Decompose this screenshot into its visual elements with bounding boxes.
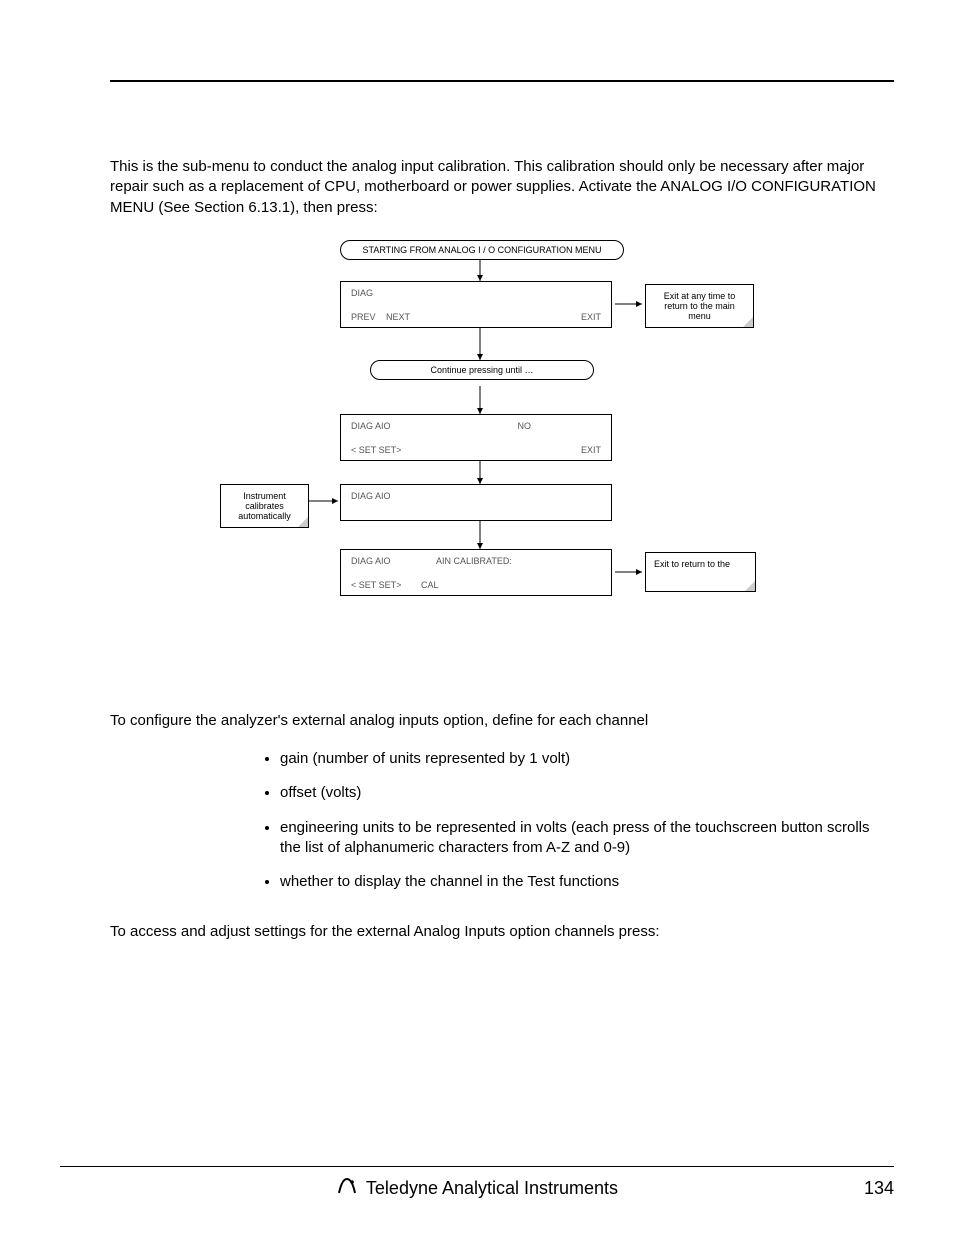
- page-number: 134: [864, 1178, 894, 1199]
- box1-next: NEXT: [386, 312, 410, 323]
- box1-title: DIAG: [351, 288, 373, 299]
- box2-set: < SET SET>: [351, 445, 401, 456]
- header-rule: [110, 80, 894, 82]
- box4-set: < SET SET>: [351, 580, 401, 591]
- box4-title: DIAG AIO: [351, 556, 391, 567]
- list-item: offset (volts): [280, 783, 894, 803]
- flow-box-3: DIAG AIO: [340, 484, 612, 521]
- note-exit-return: Exit to return to the: [645, 552, 756, 592]
- box1-exit: EXIT: [581, 312, 601, 323]
- list-item: engineering units to be represented in v…: [280, 818, 894, 859]
- access-paragraph: To access and adjust settings for the ex…: [110, 922, 894, 942]
- note-exit-anytime: Exit at any time to return to the main m…: [645, 284, 754, 328]
- box2-title: DIAG AIO: [351, 421, 391, 432]
- note-auto-calibrate: Instrument calibrates automatically: [220, 484, 309, 528]
- flowchart-diagram: STARTING FROM ANALOG I / O CONFIGURATION…: [110, 236, 894, 656]
- box4-mid: AIN CALIBRATED:: [436, 556, 512, 567]
- flow-box-4: DIAG AIO AIN CALIBRATED: < SET SET> CAL: [340, 549, 612, 596]
- flow-start-pill: STARTING FROM ANALOG I / O CONFIGURATION…: [340, 240, 624, 260]
- list-item: gain (number of units represented by 1 v…: [280, 749, 894, 769]
- configure-paragraph: To configure the analyzer's external ana…: [110, 711, 894, 731]
- box2-right: NO: [518, 421, 532, 432]
- box3-title: DIAG AIO: [351, 491, 391, 502]
- page-footer: Teledyne Analytical Instruments 134: [60, 1166, 894, 1200]
- flow-box-2: DIAG AIO NO < SET SET> EXIT: [340, 414, 612, 461]
- box2-exit: EXIT: [581, 445, 601, 456]
- footer-text: Teledyne Analytical Instruments: [366, 1178, 618, 1199]
- box4-cal: CAL: [421, 580, 439, 591]
- list-item: whether to display the channel in the Te…: [280, 872, 894, 892]
- teledyne-logo-icon: [336, 1177, 358, 1200]
- box1-prev: PREV: [351, 312, 376, 323]
- flow-box-1: DIAG PREV NEXT EXIT: [340, 281, 612, 328]
- bullet-list: gain (number of units represented by 1 v…: [110, 749, 894, 892]
- intro-paragraph: This is the sub-menu to conduct the anal…: [110, 157, 894, 218]
- flow-continue-pill: Continue pressing until …: [370, 360, 594, 380]
